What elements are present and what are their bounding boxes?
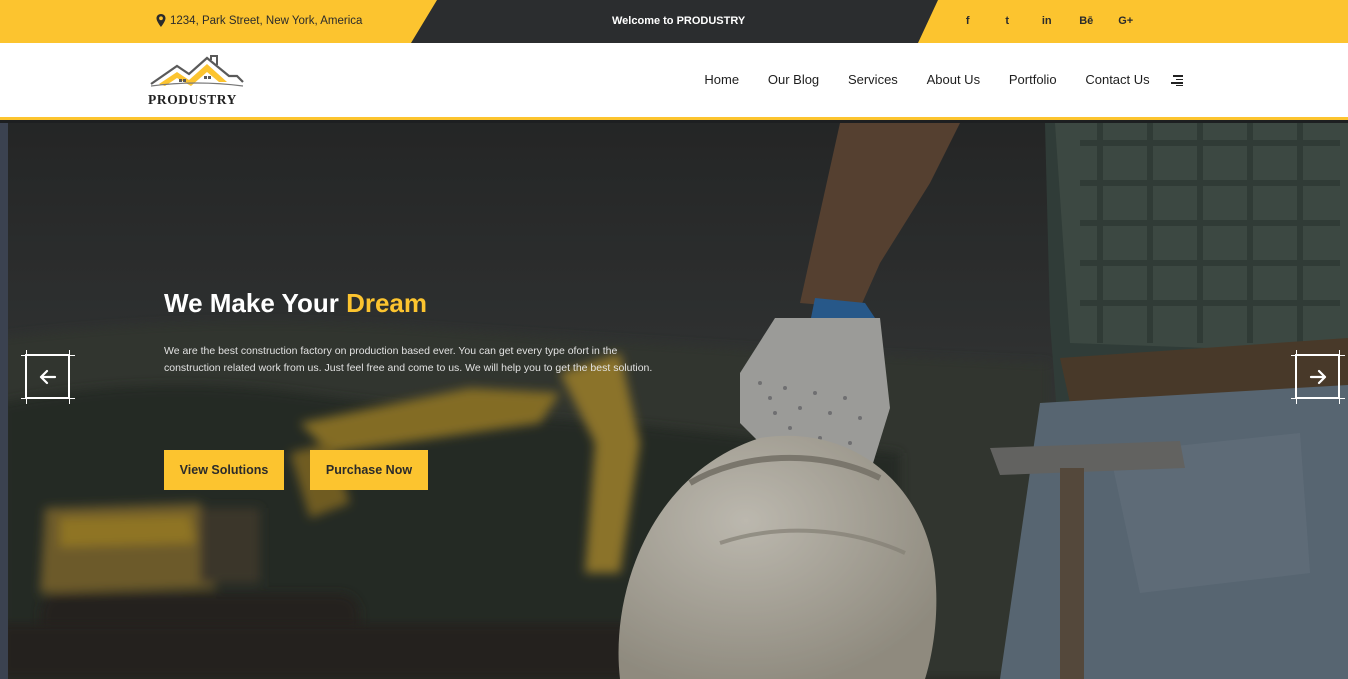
hero-title: We Make Your Dream xyxy=(164,288,427,319)
hero-description: We are the best construction factory on … xyxy=(164,345,653,374)
house-roof-logo-icon xyxy=(150,55,244,87)
facebook-icon[interactable]: f xyxy=(948,13,988,30)
hero-dim-overlay xyxy=(0,123,1348,679)
hamburger-menu-icon[interactable] xyxy=(1171,74,1183,86)
hero-slider: We Make Your Dream We are the best const… xyxy=(0,123,1348,679)
nav-services[interactable]: Services xyxy=(834,71,913,89)
logo-text: PRODUSTRY xyxy=(148,92,237,107)
logo[interactable]: PRODUSTRY xyxy=(147,54,247,110)
social-links: f t in Bē G+ xyxy=(948,13,1146,30)
arrow-right-icon xyxy=(1309,369,1327,385)
nav-about-us[interactable]: About Us xyxy=(912,71,994,89)
twitter-icon[interactable]: t xyxy=(988,13,1028,30)
hero-title-accent: Dream xyxy=(346,288,428,318)
main-nav: Home Our Blog Services About Us Portfoli… xyxy=(690,71,1164,89)
nav-contact-us[interactable]: Contact Us xyxy=(1071,71,1164,89)
arrow-left-icon xyxy=(39,369,57,385)
nav-home[interactable]: Home xyxy=(690,71,753,89)
map-pin-icon xyxy=(156,14,166,27)
nav-our-blog[interactable]: Our Blog xyxy=(753,71,833,89)
slider-prev-button[interactable] xyxy=(21,350,75,404)
nav-portfolio[interactable]: Portfolio xyxy=(994,71,1070,89)
google-plus-icon[interactable]: G+ xyxy=(1106,13,1146,30)
welcome-text: Welcome to PRODUSTRY xyxy=(612,15,746,27)
site-header: PRODUSTRY Home Our Blog Services About U… xyxy=(0,43,1348,120)
linkedin-icon[interactable]: in xyxy=(1027,13,1067,30)
hero-title-main: We Make Your xyxy=(164,288,347,318)
behance-icon[interactable]: Bē xyxy=(1067,13,1107,30)
slider-next-button[interactable] xyxy=(1291,350,1345,404)
view-solutions-button[interactable]: View Solutions xyxy=(164,450,284,490)
address: 1234, Park Street, New York, America xyxy=(156,14,362,27)
top-bar: 1234, Park Street, New York, America Wel… xyxy=(0,0,1348,43)
address-text: 1234, Park Street, New York, America xyxy=(170,14,363,27)
hero-left-edge xyxy=(0,123,8,679)
purchase-now-button[interactable]: Purchase Now xyxy=(310,450,428,490)
